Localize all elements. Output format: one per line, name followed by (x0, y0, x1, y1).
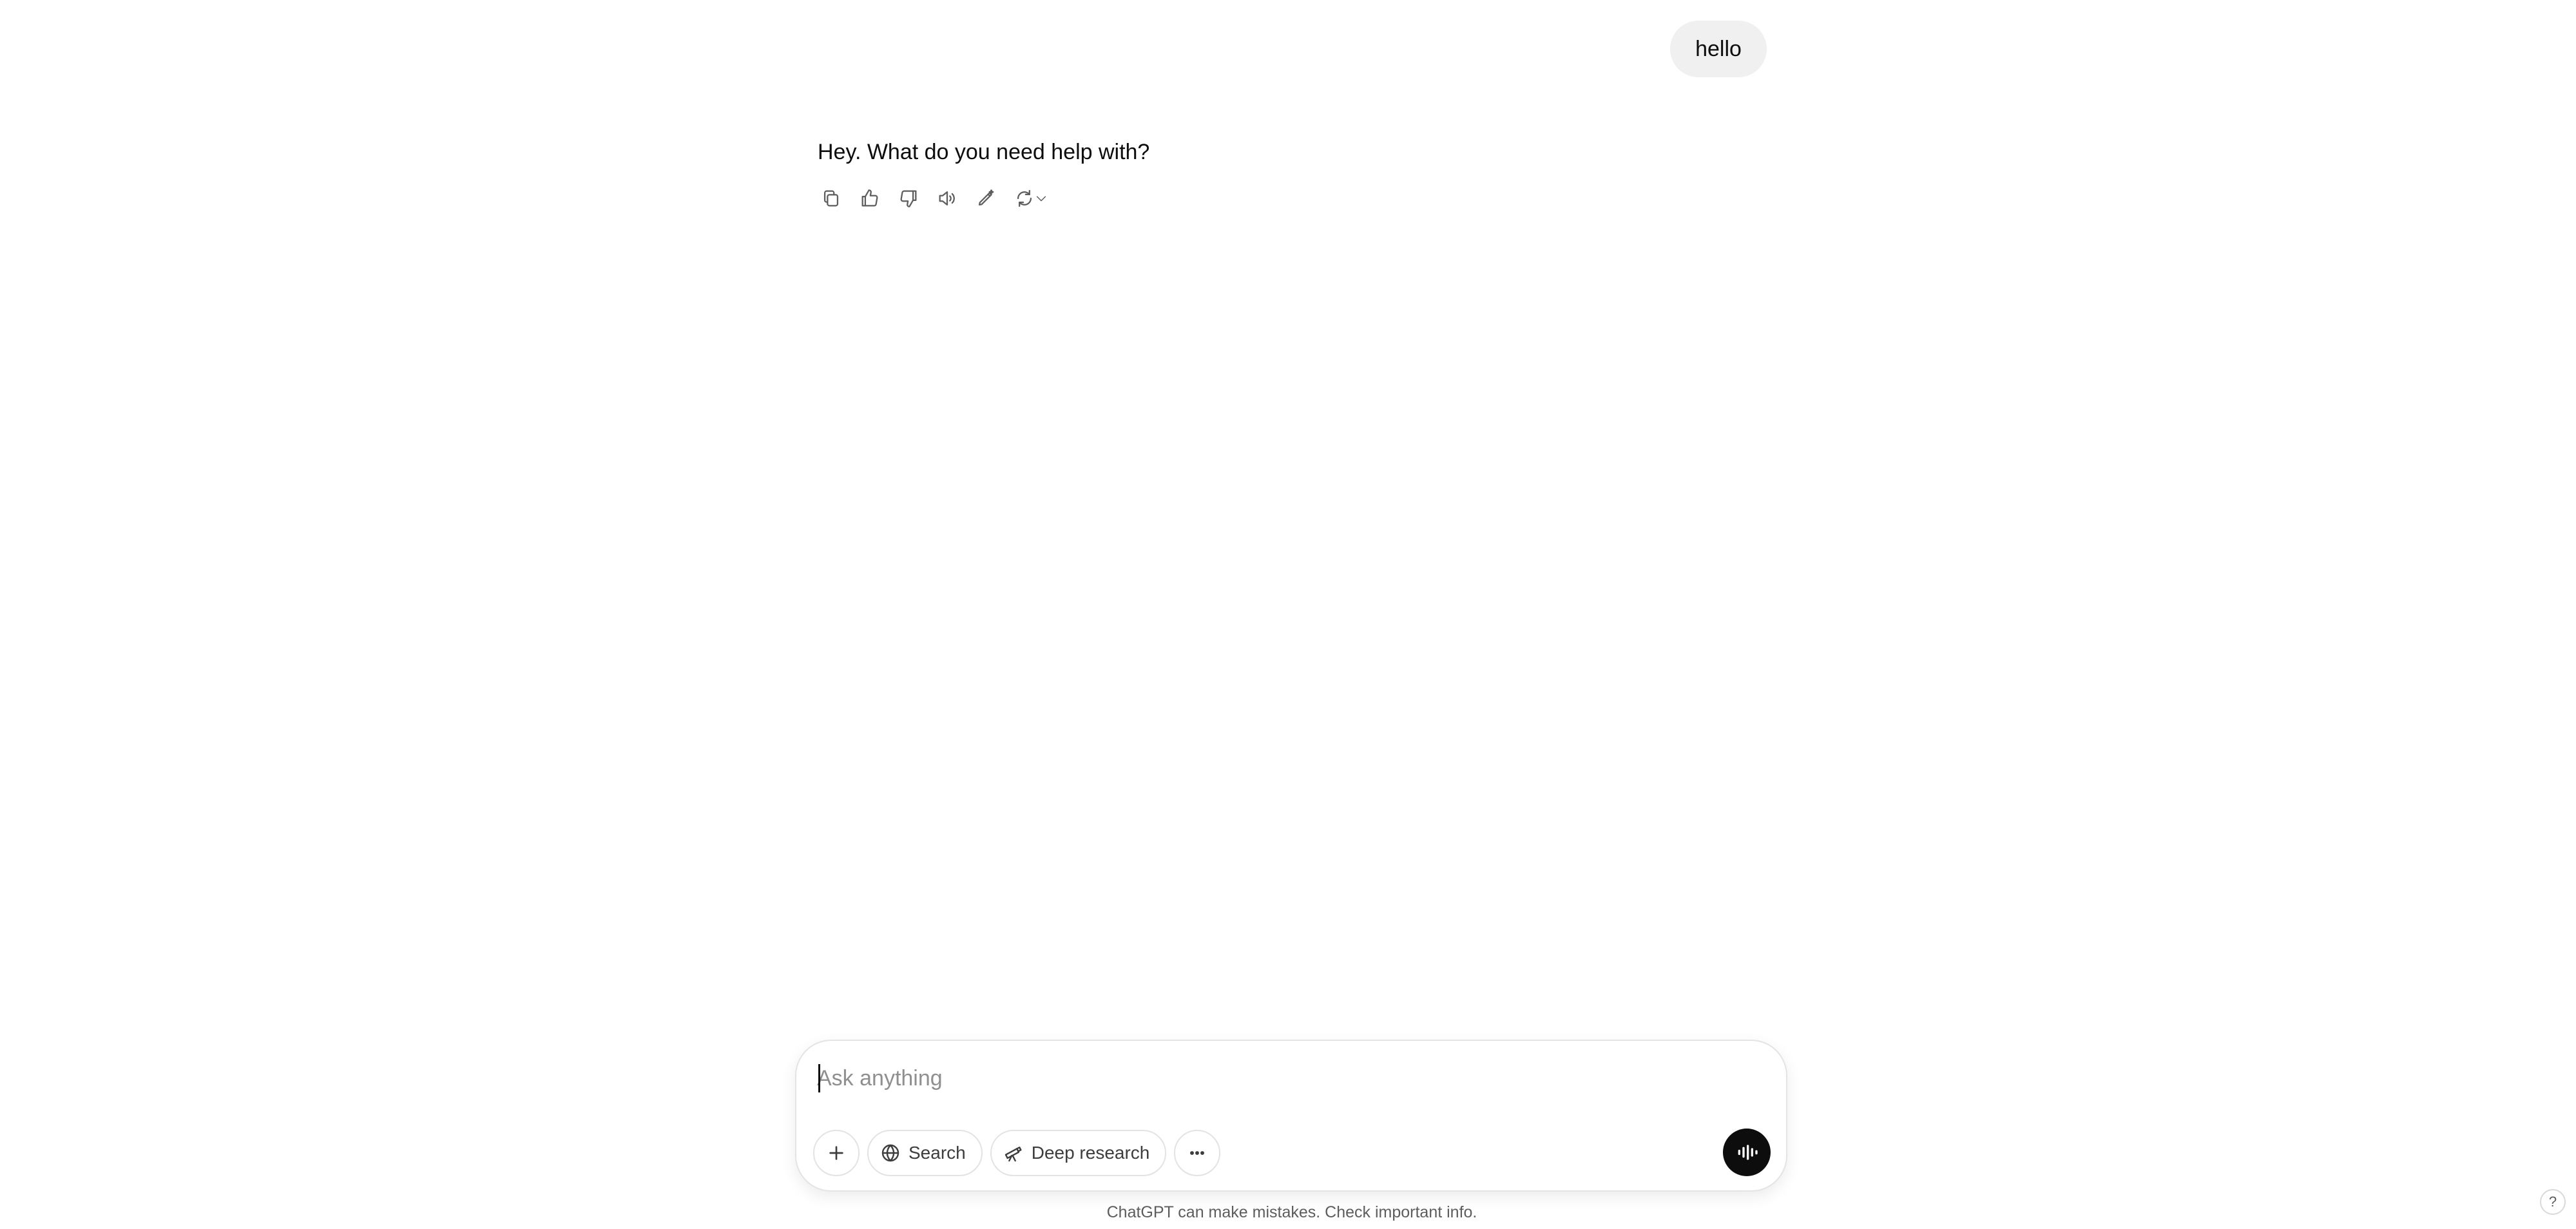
search-button-label: Search (908, 1143, 966, 1163)
more-tools-button[interactable] (1174, 1130, 1221, 1176)
telescope-icon (1004, 1147, 1022, 1162)
deep-research-button-label: Deep research (1031, 1143, 1150, 1163)
prompt-input[interactable] (817, 1059, 1764, 1098)
voice-mode-button[interactable] (1723, 1129, 1771, 1176)
regenerate-button[interactable] (1006, 180, 1055, 216)
edit-in-canvas-button[interactable] (968, 180, 1004, 216)
help-button[interactable]: ? (2540, 1189, 2566, 1215)
thumbs-up-icon (861, 189, 878, 207)
good-response-button[interactable] (852, 180, 888, 216)
attach-button[interactable] (813, 1130, 860, 1176)
text-caret (818, 1064, 820, 1092)
assistant-message-text: Hey. What do you need help with? (818, 140, 1150, 164)
search-button[interactable]: Search (867, 1130, 983, 1176)
help-button-label: ? (2548, 1194, 2557, 1210)
chat-page: hello Hey. What do you need help with? A… (0, 0, 2576, 1229)
composer-tools: Search Deep research (813, 1130, 1221, 1176)
message-composer: Search Deep research (795, 1040, 1787, 1192)
edit-canvas-icon (978, 189, 994, 206)
message-actions-toolbar (813, 180, 1055, 216)
globe-icon (881, 1144, 899, 1162)
voice-waveform-icon (1738, 1145, 1758, 1160)
read-aloud-button[interactable] (929, 180, 965, 216)
read-aloud-icon (939, 191, 955, 206)
disclaimer-text: ChatGPT can make mistakes. Check importa… (1106, 1203, 1477, 1221)
regenerate-icon (1017, 189, 1032, 207)
copy-icon (823, 190, 839, 207)
copy-button[interactable] (813, 180, 849, 216)
chevron-down-icon (1036, 196, 1046, 202)
user-message-text: hello (1695, 36, 1742, 61)
thumbs-down-icon (900, 190, 917, 207)
plus-icon (829, 1146, 843, 1160)
user-message-bubble: hello (1670, 21, 1767, 77)
bad-response-button[interactable] (890, 180, 927, 216)
more-horizontal-icon (1190, 1151, 1205, 1155)
deep-research-button[interactable]: Deep research (990, 1130, 1167, 1176)
